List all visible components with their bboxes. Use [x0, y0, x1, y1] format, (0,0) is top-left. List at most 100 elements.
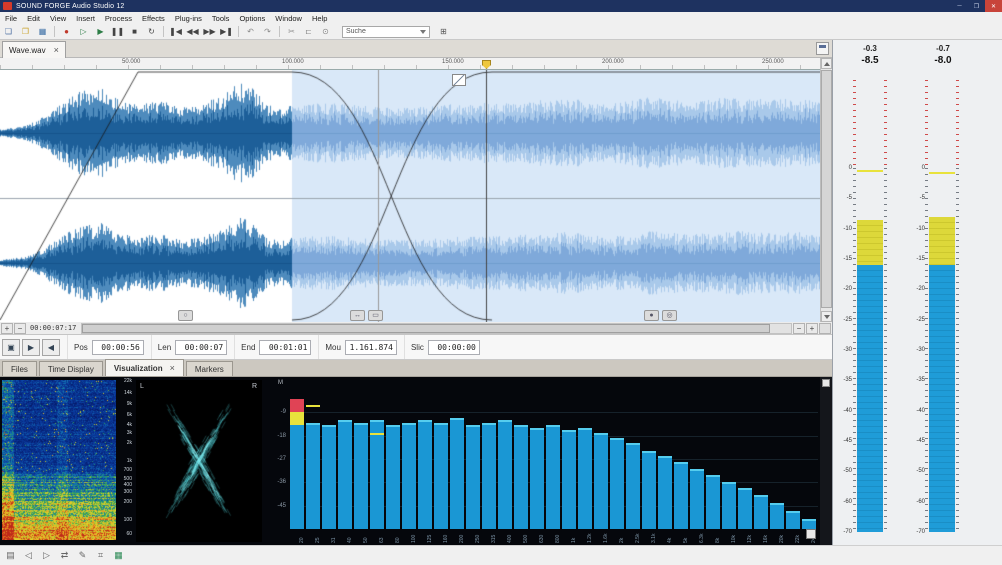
menu-item-help[interactable]: Help	[307, 12, 332, 24]
scroll-down-button[interactable]	[821, 311, 832, 322]
zoom-tool-icon[interactable]: ⊙	[318, 25, 333, 38]
play-device-icon[interactable]: ▷	[39, 549, 54, 563]
zoom-in-edge-button[interactable]: +	[806, 323, 818, 334]
menu-item-window[interactable]: Window	[270, 12, 307, 24]
sync-icon[interactable]: ⇄	[57, 549, 72, 563]
meter-scale-label: -35	[833, 377, 852, 383]
tab-timedisplay[interactable]: Time Display	[39, 361, 103, 376]
play-all-icon[interactable]: ▷	[76, 25, 91, 38]
playhead-marker-icon[interactable]	[482, 60, 491, 69]
meter-over-ticks	[884, 80, 887, 166]
dock-scroll-button[interactable]	[822, 379, 830, 387]
field-value[interactable]: 00:01:01	[259, 340, 311, 355]
edit-tool-icon[interactable]: ✎	[75, 549, 90, 563]
stop-icon[interactable]: ■	[127, 25, 142, 38]
selection-grip-left-button[interactable]: ↔	[350, 310, 365, 321]
waveform-display[interactable]	[0, 70, 820, 322]
speaker-icon[interactable]: ◁	[21, 549, 36, 563]
meter-peak-hold	[929, 172, 955, 174]
record-icon[interactable]: ●	[59, 25, 74, 38]
cut-icon[interactable]: ✂	[284, 25, 299, 38]
loop-playback-button[interactable]: ◀	[42, 339, 60, 356]
tab-markers[interactable]: Markers	[186, 361, 233, 376]
undo-icon[interactable]: ↶	[243, 25, 258, 38]
snap-icon[interactable]: ⊞	[436, 25, 451, 38]
waveform-view[interactable]: ○ ↔▭ ●◎	[0, 70, 820, 322]
field-value[interactable]: 1.161.874	[345, 340, 397, 355]
save-icon[interactable]: ▦	[35, 25, 50, 38]
trim-icon[interactable]: ⊏	[301, 25, 316, 38]
menu-item-file[interactable]: File	[0, 12, 22, 24]
play-icon[interactable]: ▶	[93, 25, 108, 38]
window-layout-icon[interactable]: ▤	[3, 549, 18, 563]
spectrum-bar	[562, 430, 576, 529]
vertical-scrollbar[interactable]	[820, 58, 832, 322]
selection-grip-right-button[interactable]: ▭	[368, 310, 383, 321]
chevron-down-icon[interactable]	[420, 30, 426, 34]
db-tick-label: -45	[264, 503, 286, 509]
go-start-icon[interactable]: ❚◀	[168, 25, 183, 38]
field-label: Len	[158, 343, 171, 352]
spectrum-settings-icon[interactable]	[806, 529, 816, 539]
field-value[interactable]: 00:00:07	[175, 340, 227, 355]
fade-handle-button[interactable]: ○	[178, 310, 193, 321]
timeline-ruler[interactable]: 50.000100.000150.000200.000250.000	[0, 58, 820, 70]
close-button[interactable]: ✕	[985, 0, 1002, 12]
field-value[interactable]: 00:00:00	[428, 340, 480, 355]
arrow-down-icon	[824, 315, 830, 319]
field-value[interactable]: 00:00:56	[92, 340, 144, 355]
scroll-up-button[interactable]	[821, 58, 832, 69]
meter-grid-icon[interactable]: ▦	[111, 549, 126, 563]
spectrum-bar	[370, 420, 384, 529]
document-tab[interactable]: Wave.wav ×	[2, 41, 66, 58]
rewind-icon[interactable]: ◀◀	[185, 25, 200, 38]
status-field-mou: Mou1.161.874	[318, 335, 397, 359]
meter-peak-hold	[857, 170, 883, 172]
tab-close-icon[interactable]: ×	[170, 363, 175, 373]
open-folder-icon[interactable]: ❐	[18, 25, 33, 38]
event-dot-button[interactable]: ●	[644, 310, 659, 321]
master-meters-panel[interactable]: -0.3 -0.7 -8.5 -8.0 00-5-5-10-10-15-15-2…	[832, 40, 1002, 545]
selection-grid-button[interactable]: ▣	[2, 339, 20, 356]
search-input[interactable]	[346, 28, 418, 35]
menu-item-process[interactable]: Process	[100, 12, 137, 24]
frequency-tick-label: 100	[116, 517, 132, 523]
menu-item-options[interactable]: Options	[234, 12, 270, 24]
field-label: Slic	[411, 343, 424, 352]
minimize-button[interactable]: ─	[951, 0, 968, 12]
spectrum-bar	[770, 503, 784, 529]
menu-item-insert[interactable]: Insert	[71, 12, 100, 24]
play-small-button[interactable]: ▶	[22, 339, 40, 356]
snap-grid-icon[interactable]: ⌗	[93, 549, 108, 563]
window-restore-button[interactable]	[816, 42, 829, 55]
redo-icon[interactable]: ↷	[260, 25, 275, 38]
maximize-button[interactable]: ❐	[968, 0, 985, 12]
frequency-band-label: 40	[347, 537, 353, 543]
event-ring-button[interactable]: ◎	[662, 310, 677, 321]
forward-icon[interactable]: ▶▶	[202, 25, 217, 38]
menu-item-plugins[interactable]: Plug-ins	[170, 12, 207, 24]
zoom-out-edge-button[interactable]: −	[793, 323, 805, 334]
spectrum-channel-label: M	[278, 380, 283, 386]
frequency-band-label: 5k	[683, 538, 689, 543]
tab-files[interactable]: Files	[2, 361, 37, 376]
v-scrollbar-thumb[interactable]	[821, 70, 832, 308]
h-scrollbar-track[interactable]	[81, 323, 792, 334]
region-flag-icon[interactable]	[452, 74, 466, 86]
frequency-tick-label: 700	[116, 467, 132, 473]
pause-icon[interactable]: ❚❚	[110, 25, 125, 38]
zoom-in-button[interactable]: +	[1, 323, 13, 334]
menu-item-effects[interactable]: Effects	[137, 12, 170, 24]
go-end-icon[interactable]: ▶❚	[219, 25, 234, 38]
frequency-tick-label: 14k	[116, 390, 132, 396]
loop-icon[interactable]: ↻	[144, 25, 159, 38]
new-file-icon[interactable]: ❏	[1, 25, 16, 38]
h-scrollbar-thumb[interactable]	[82, 324, 769, 333]
menu-item-tools[interactable]: Tools	[207, 12, 235, 24]
menu-item-edit[interactable]: Edit	[22, 12, 45, 24]
menu-item-view[interactable]: View	[45, 12, 71, 24]
tab-visualization[interactable]: Visualization×	[105, 359, 184, 376]
dock-scrollbar[interactable]	[820, 377, 832, 545]
zoom-out-button[interactable]: −	[14, 323, 26, 334]
tab-close-icon[interactable]: ×	[54, 45, 59, 55]
